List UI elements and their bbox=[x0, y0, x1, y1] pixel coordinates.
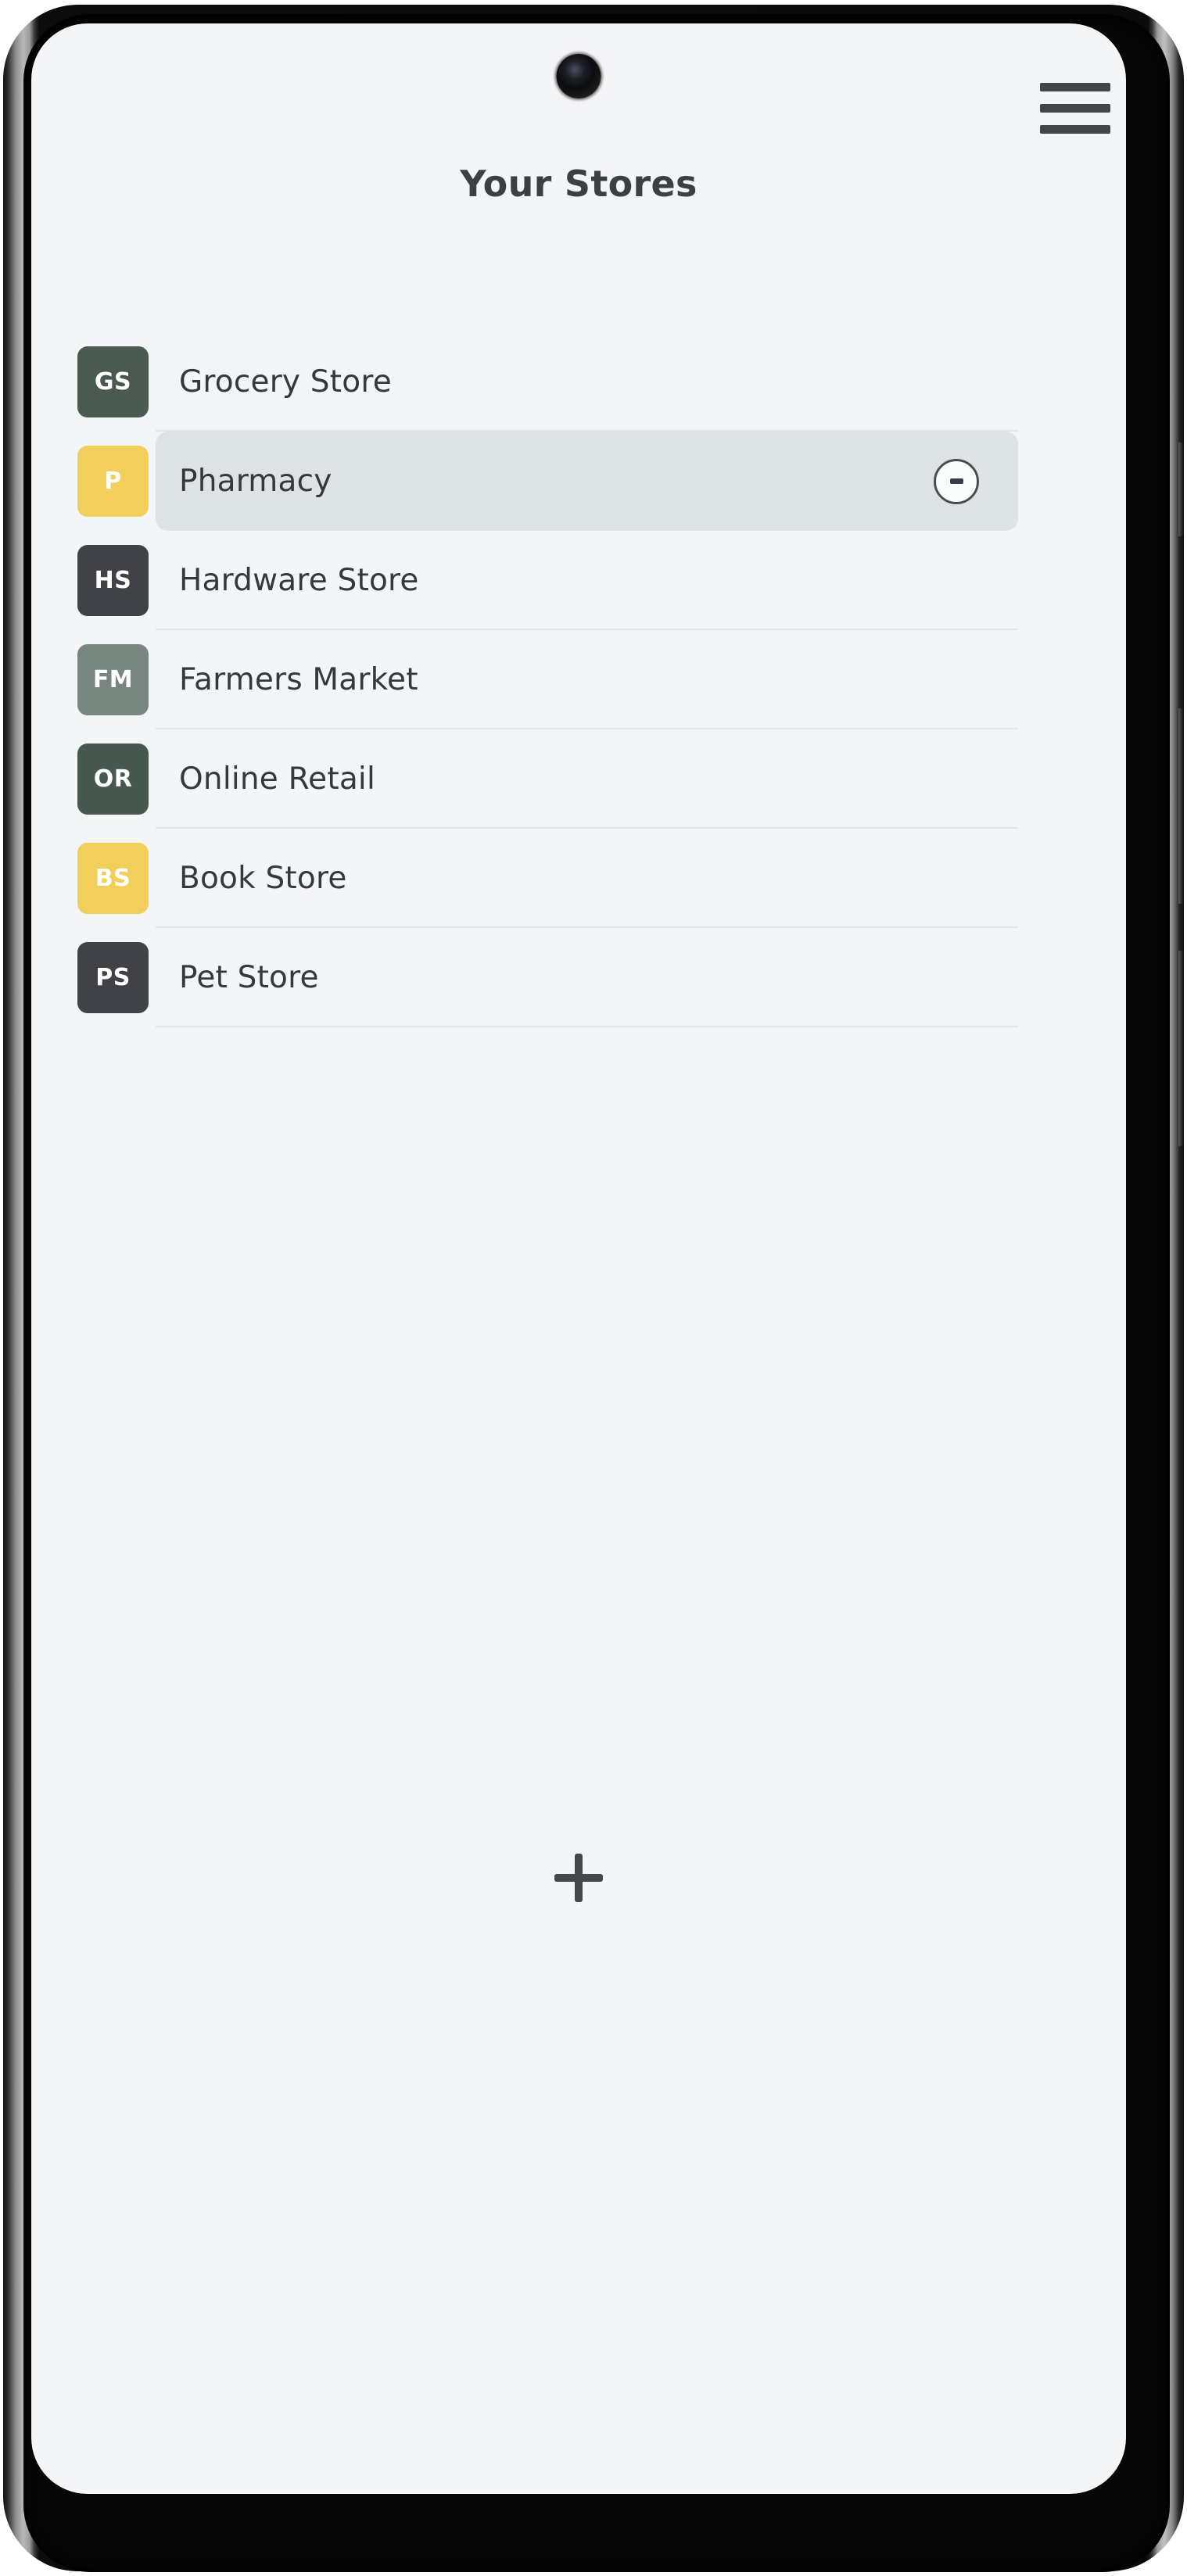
store-row-content[interactable]: Farmers Market bbox=[156, 630, 1018, 729]
store-avatar: P bbox=[77, 446, 149, 517]
store-avatar: PS bbox=[77, 942, 149, 1013]
store-avatar: HS bbox=[77, 545, 149, 616]
phone-device: Your Stores GS Grocery Store P Pharmacy HS Ha… bbox=[0, 0, 1187, 2576]
store-row-content[interactable]: Hardware Store bbox=[156, 531, 1018, 630]
store-name: Hardware Store bbox=[179, 563, 419, 598]
phone-screen: Your Stores GS Grocery Store P Pharmacy HS Ha… bbox=[31, 23, 1126, 2494]
store-initials: HS bbox=[94, 567, 132, 594]
store-row[interactable]: HS Hardware Store bbox=[31, 531, 1126, 630]
store-initials: P bbox=[104, 468, 122, 495]
store-initials: FM bbox=[92, 666, 134, 693]
store-name: Grocery Store bbox=[179, 364, 392, 399]
store-row[interactable]: GS Grocery Store bbox=[31, 332, 1126, 432]
store-row-content[interactable]: Book Store bbox=[156, 829, 1018, 928]
store-initials: BS bbox=[95, 865, 131, 892]
store-avatar: FM bbox=[77, 644, 149, 715]
store-row[interactable]: FM Farmers Market bbox=[31, 630, 1126, 729]
store-avatar: OR bbox=[77, 743, 149, 815]
store-name: Online Retail bbox=[179, 761, 375, 797]
add-store-button[interactable] bbox=[543, 1842, 615, 1914]
store-initials: GS bbox=[94, 368, 132, 396]
plus-icon bbox=[554, 1854, 603, 1902]
hamburger-menu-icon[interactable] bbox=[1039, 72, 1111, 144]
page-title: Your Stores bbox=[460, 163, 697, 205]
store-name: Book Store bbox=[179, 861, 347, 896]
side-button-volume-down[interactable] bbox=[1178, 708, 1184, 904]
row-divider bbox=[156, 1026, 1018, 1027]
store-row[interactable]: BS Book Store bbox=[31, 829, 1126, 928]
store-row-content[interactable]: Pharmacy bbox=[156, 432, 1018, 531]
store-name: Pharmacy bbox=[179, 464, 332, 499]
store-name: Pet Store bbox=[179, 960, 319, 995]
stores-list: GS Grocery Store P Pharmacy HS Hardware Store… bbox=[31, 332, 1126, 1027]
remove-store-button[interactable] bbox=[934, 458, 979, 504]
store-row[interactable]: P Pharmacy bbox=[31, 432, 1126, 531]
store-row[interactable]: PS Pet Store bbox=[31, 928, 1126, 1027]
store-avatar: BS bbox=[77, 843, 149, 914]
store-avatar: GS bbox=[77, 346, 149, 417]
side-button-volume-up[interactable] bbox=[1178, 442, 1184, 536]
store-initials: OR bbox=[93, 765, 133, 793]
store-row-content[interactable]: Online Retail bbox=[156, 729, 1018, 829]
side-button-power[interactable] bbox=[1178, 951, 1184, 1146]
store-row[interactable]: OR Online Retail bbox=[31, 729, 1126, 829]
minus-icon bbox=[949, 478, 963, 484]
hamburger-bar-1 bbox=[1040, 82, 1110, 91]
store-row-content[interactable]: Pet Store bbox=[156, 928, 1018, 1027]
store-row-content[interactable]: Grocery Store bbox=[156, 332, 1018, 432]
store-name: Farmers Market bbox=[179, 662, 418, 697]
hamburger-bar-2 bbox=[1040, 103, 1110, 113]
hamburger-bar-3 bbox=[1040, 124, 1110, 134]
front-camera-icon bbox=[556, 54, 601, 99]
store-initials: PS bbox=[95, 964, 131, 991]
